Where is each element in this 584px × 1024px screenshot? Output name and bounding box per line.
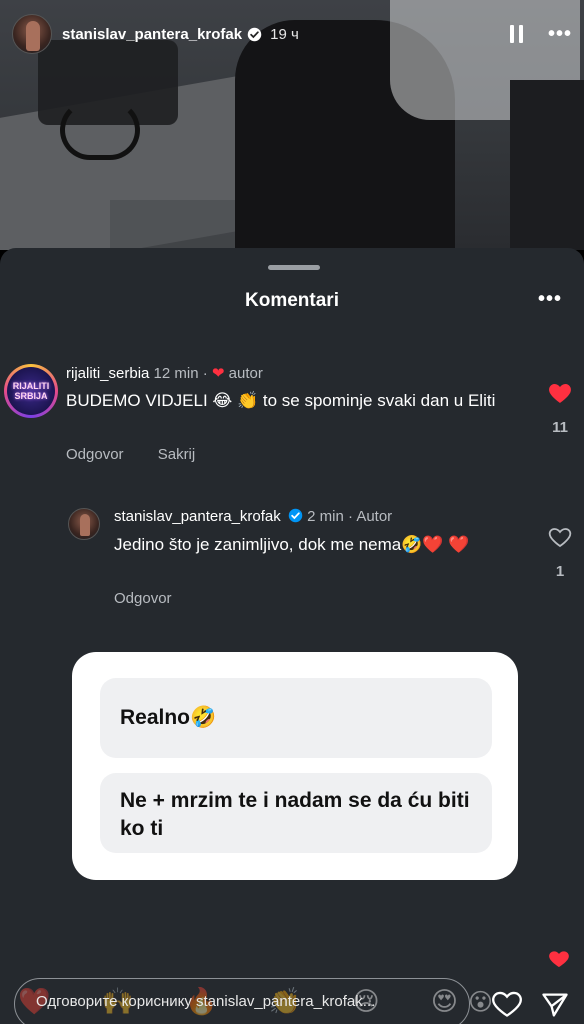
comment-like: 11 xyxy=(540,382,580,436)
story-avatar[interactable] xyxy=(12,14,52,54)
emoji-reaction[interactable]: 😮 xyxy=(468,988,493,1017)
reply-time: 2 min xyxy=(307,508,344,525)
heart-outline-icon[interactable] xyxy=(548,526,572,548)
reply-like: 1 xyxy=(540,526,580,580)
pause-icon[interactable] xyxy=(509,25,526,43)
story-username[interactable]: stanislav_pantera_krofak xyxy=(62,26,242,43)
hide-button[interactable]: Sakrij xyxy=(158,446,196,463)
answer-option[interactable]: Ne + mrzim te i nadam se da ću biti ko t… xyxy=(100,773,492,853)
reply-button[interactable]: Odgovor xyxy=(114,590,172,607)
like-story-heart-icon[interactable] xyxy=(492,990,522,1018)
verified-badge-icon xyxy=(247,27,262,41)
avatar-logo-text: RIJALITI SRBIJA xyxy=(7,367,55,415)
reply-placeholder: Одговорите кориснику stanislav_pantera_k… xyxy=(36,993,376,1010)
answer-option[interactable]: Realno🤣 xyxy=(100,678,492,758)
reply-button[interactable]: Odgovor xyxy=(66,446,124,463)
sheet-title: Komentari xyxy=(245,290,339,311)
reply-actions: Odgovor xyxy=(114,590,202,607)
avatar-rijaliti-serbia[interactable]: RIJALITI SRBIJA xyxy=(4,364,58,418)
comment-actions: Odgovor Sakrij xyxy=(66,446,225,463)
reply-meta: stanislav_pantera_krofak 2 min · Autor xyxy=(114,508,393,525)
comment-meta: rijaliti_serbia 12 min · ❤ autor xyxy=(66,365,263,382)
reply-username[interactable]: stanislav_pantera_krofak xyxy=(114,508,281,525)
floating-heart-icon xyxy=(549,951,569,968)
like-count: 1 xyxy=(555,563,565,580)
author-label: autor xyxy=(228,365,263,382)
story-time: 19 ч xyxy=(270,25,299,43)
send-paper-plane-icon[interactable] xyxy=(540,990,570,1020)
sheet-drag-handle[interactable] xyxy=(268,265,320,270)
like-count: 11 xyxy=(552,419,568,436)
comment-time: 12 min xyxy=(153,365,199,382)
avatar-stanislav[interactable] xyxy=(68,508,100,540)
story-header: stanislav_pantera_krofak 19 ч ••• xyxy=(12,12,572,56)
comment-username[interactable]: rijaliti_serbia xyxy=(66,365,149,382)
heart-filled-icon[interactable] xyxy=(548,382,572,404)
answers-card: Realno🤣 Ne + mrzim te i nadam se da ću b… xyxy=(72,652,518,880)
story-more-icon[interactable]: ••• xyxy=(548,23,572,46)
comment-text: BUDEMO VIDJELI 😂 👏 to se spominje svaki … xyxy=(66,391,496,410)
author-label: Autor xyxy=(356,508,393,525)
reply-text: Jedino što je zanimljivo, dok me nema🤣❤️… xyxy=(114,535,470,554)
author-liked-heart-icon: ❤ xyxy=(211,365,225,382)
verified-badge-icon xyxy=(288,508,303,523)
sheet-more-icon[interactable]: ••• xyxy=(538,288,562,311)
